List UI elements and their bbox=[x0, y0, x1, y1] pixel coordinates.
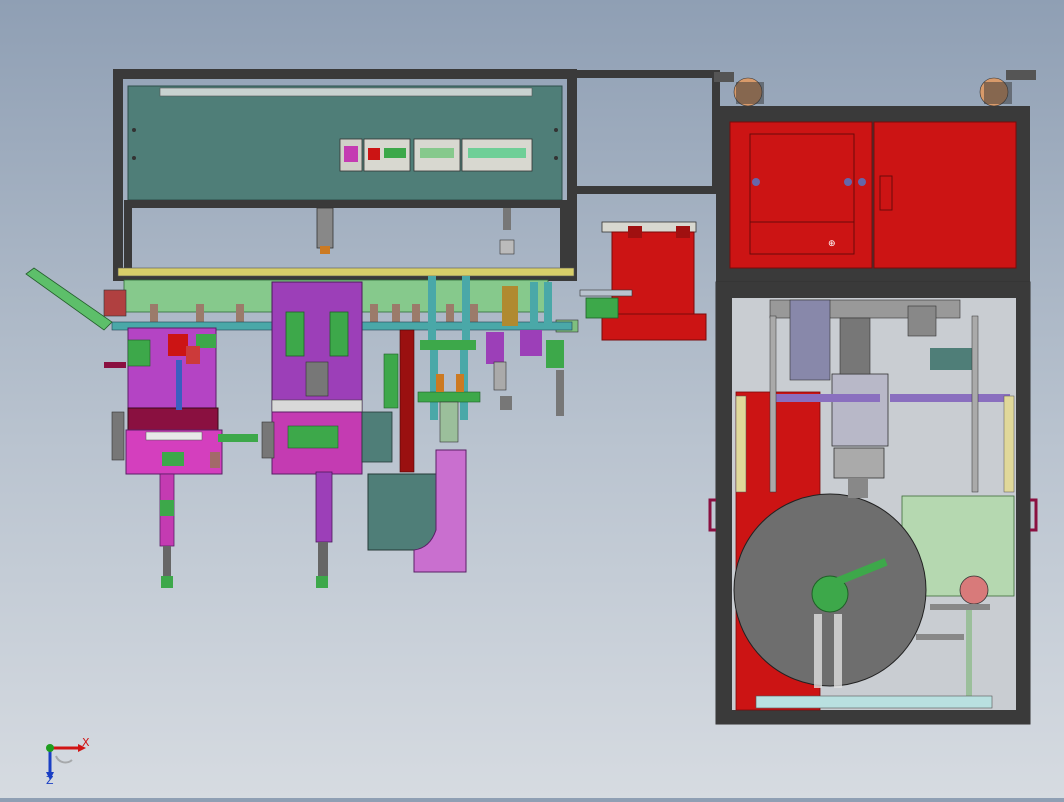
spindle bbox=[316, 207, 334, 249]
right-cabinet: ⊕ bbox=[708, 70, 1038, 725]
axis-z-label: Z bbox=[46, 774, 54, 787]
pulley-right bbox=[959, 575, 989, 605]
slide-center bbox=[315, 471, 333, 543]
svg-text:⊕: ⊕ bbox=[828, 239, 836, 249]
electrical-cabinet-door-right bbox=[873, 121, 1017, 269]
electrical-cabinet-door-left bbox=[729, 121, 873, 269]
yellow-rail bbox=[117, 267, 575, 277]
upper-frame-extension bbox=[568, 70, 720, 194]
axis-triad: X Z bbox=[46, 736, 90, 787]
frame-post-left bbox=[124, 208, 132, 276]
panel-modules bbox=[339, 138, 533, 172]
axis-x-label: X bbox=[82, 736, 90, 749]
axis-y-marker bbox=[46, 744, 54, 752]
frame-post-right bbox=[560, 208, 568, 276]
teal-plate bbox=[367, 473, 437, 551]
chute-arm bbox=[25, 267, 113, 331]
small-rod bbox=[503, 208, 511, 230]
machine-assembly-drawing: ⊕ X Z bbox=[25, 69, 1038, 787]
work-area bbox=[25, 267, 573, 588]
frame-crossbar bbox=[124, 200, 568, 208]
red-column bbox=[399, 329, 415, 473]
red-motor bbox=[555, 221, 707, 341]
cad-viewport[interactable]: ⊕ X Z bbox=[0, 0, 1064, 798]
teal-box bbox=[361, 411, 393, 463]
teal-panel-inner-top bbox=[159, 87, 533, 97]
